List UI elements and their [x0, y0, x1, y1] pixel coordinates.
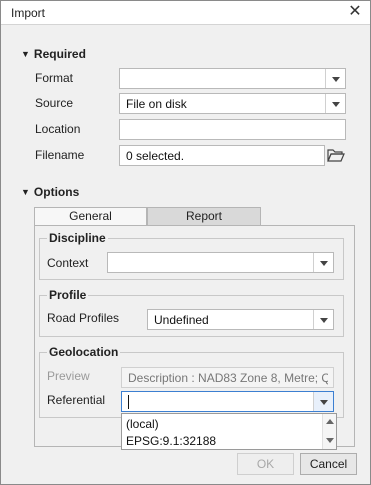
source-value: File on disk [126, 97, 187, 111]
scroll-down-icon[interactable] [326, 438, 334, 443]
referential-option-local[interactable]: (local) [126, 417, 159, 431]
source-combo[interactable]: File on disk [119, 93, 346, 114]
options-section-label: Options [33, 185, 80, 199]
road-profiles-combo[interactable]: Undefined [147, 309, 334, 330]
location-label: Location [35, 122, 81, 136]
options-section-header[interactable]: ▼ Options [21, 185, 79, 199]
chevron-down-icon[interactable] [325, 69, 345, 88]
preview-value: Description : NAD83 Zone 8, Metre; Queb [128, 371, 328, 385]
cancel-button[interactable]: Cancel [300, 453, 357, 475]
chevron-down-icon[interactable] [313, 392, 333, 411]
discipline-title: Discipline [47, 231, 108, 245]
format-label: Format [35, 71, 74, 85]
referential-label: Referential [47, 393, 106, 407]
format-combo[interactable] [119, 68, 346, 89]
dialog-title: Import [11, 6, 46, 20]
referential-dropdown-list: (local) EPSG:9.1:32188 [121, 413, 337, 450]
location-field[interactable] [119, 119, 346, 140]
source-label: Source [35, 96, 74, 110]
options-tabs: General Report [34, 207, 261, 226]
scroll-up-icon[interactable] [326, 419, 334, 424]
filename-label: Filename [35, 148, 85, 162]
preview-label: Preview [47, 369, 90, 383]
geolocation-title: Geolocation [47, 345, 121, 359]
road-profiles-value: Undefined [154, 313, 209, 327]
filename-value: 0 selected. [126, 149, 185, 163]
profile-title: Profile [47, 288, 89, 302]
import-dialog: Import ✕ ▼ Required Format Source File on… [0, 0, 371, 485]
context-label: Context [47, 256, 89, 270]
triangle-down-icon: ▼ [21, 187, 30, 197]
referential-option-epsg[interactable]: EPSG:9.1:32188 [126, 434, 216, 448]
context-combo[interactable] [107, 252, 334, 273]
text-caret [128, 395, 129, 409]
ok-button[interactable]: OK [237, 453, 294, 475]
filename-field[interactable]: 0 selected. [119, 145, 325, 166]
preview-field: Description : NAD83 Zone 8, Metre; Queb [121, 367, 334, 388]
chevron-down-icon[interactable] [313, 310, 333, 329]
folder-open-icon[interactable] [327, 147, 345, 163]
tab-general[interactable]: General [34, 207, 147, 226]
required-section-header[interactable]: ▼ Required [21, 47, 86, 61]
triangle-down-icon: ▼ [21, 49, 30, 59]
chevron-down-icon[interactable] [325, 94, 345, 113]
title-bar: Import ✕ [1, 1, 370, 25]
tab-report[interactable]: Report [147, 207, 261, 226]
chevron-down-icon[interactable] [313, 253, 333, 272]
required-section-label: Required [33, 47, 86, 61]
close-icon[interactable]: ✕ [346, 3, 364, 21]
dropdown-scrollbar[interactable] [322, 414, 336, 449]
road-profiles-label: Road Profiles [47, 311, 120, 325]
referential-combo[interactable] [121, 391, 334, 412]
